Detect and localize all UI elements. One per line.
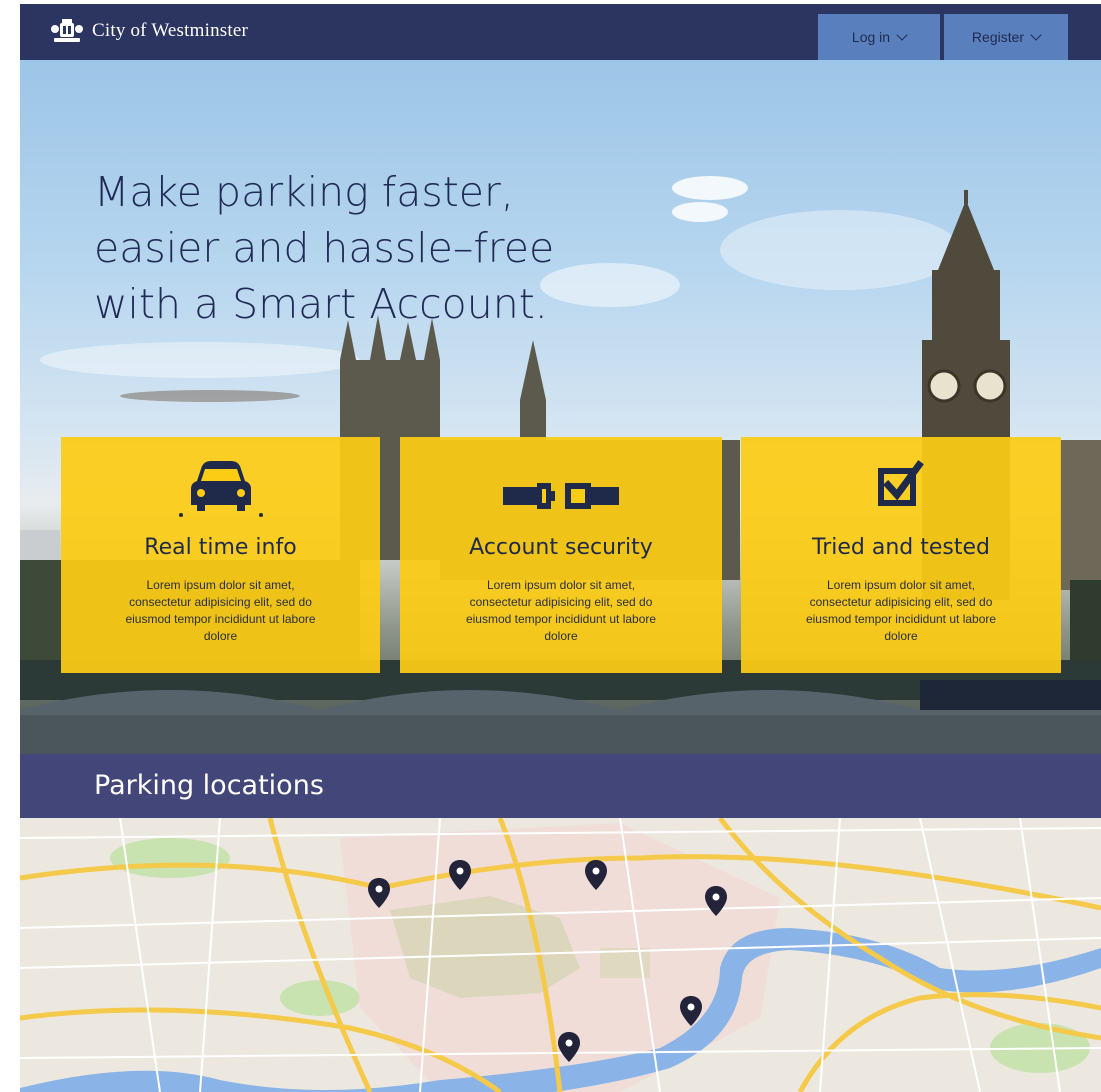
brand-logo[interactable]: City of Westminster (50, 17, 248, 45)
feature-title: Account security (469, 535, 653, 560)
crest-icon (51, 19, 83, 42)
section-title: Parking locations (94, 770, 324, 801)
map-pin-icon[interactable] (368, 878, 390, 908)
feature-card-account-security[interactable]: Account security Lorem ipsum dolor sit a… (400, 437, 722, 673)
login-button[interactable]: Log in (818, 14, 940, 60)
feature-card-tried-and-tested[interactable]: Tried and tested Lorem ipsum dolor sit a… (741, 437, 1061, 673)
feature-card-real-time-info[interactable]: Real time info Lorem ipsum dolor sit ame… (61, 437, 380, 673)
hero-banner: Make parking faster, easier and hassle–f… (20, 60, 1101, 754)
feature-title: Real time info (144, 535, 297, 560)
page: City of Westminster Log in Register Make… (20, 4, 1101, 1092)
map-pin-icon[interactable] (680, 996, 702, 1026)
feature-description: Lorem ipsum dolor sit amet, consectetur … (465, 578, 657, 643)
feature-description: Lorem ipsum dolor sit amet, consectetur … (805, 578, 997, 643)
parking-locations-header: Parking locations (20, 754, 1101, 818)
feature-description: Lorem ipsum dolor sit amet, consectetur … (125, 578, 316, 643)
register-button[interactable]: Register (944, 14, 1068, 60)
car-icon (178, 461, 263, 517)
checkbox-icon (878, 460, 924, 506)
feature-title: Tried and tested (812, 535, 990, 560)
map-pin-icon[interactable] (558, 1032, 580, 1062)
hero-title: Make parking faster, easier and hassle–f… (94, 168, 555, 328)
map-pin-icon[interactable] (449, 860, 471, 890)
map-pin-icon[interactable] (585, 860, 607, 890)
top-navigation-bar: City of Westminster Log in Register (20, 4, 1101, 60)
seatbelt-icon (503, 483, 619, 509)
brand-name: City of Westminster (92, 20, 249, 41)
login-label: Log in (851, 29, 891, 45)
register-label: Register (971, 29, 1025, 45)
chevron-down-icon (1030, 29, 1042, 41)
map-pin-icon[interactable] (705, 886, 727, 916)
chevron-down-icon (896, 29, 908, 41)
parking-map[interactable] (20, 818, 1101, 1092)
